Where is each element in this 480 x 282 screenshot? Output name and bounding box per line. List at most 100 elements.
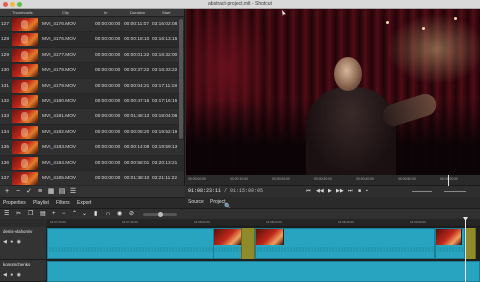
grid-icon[interactable]: ▪: [366, 186, 368, 197]
timeline-clip[interactable]: [47, 228, 241, 259]
timeline-menu-icon[interactable]: ☰: [4, 209, 9, 220]
clip-thumbnail: [12, 171, 38, 185]
total-duration: / 01:15:09:05: [224, 188, 264, 194]
icons-view-button[interactable]: ▤: [58, 187, 66, 196]
skip-next-icon[interactable]: ⏭: [348, 186, 353, 197]
video-frame-figure-head: [334, 57, 362, 91]
playlist-scrollbar[interactable]: [179, 19, 183, 139]
clip-thumbnail: [12, 141, 38, 155]
clip-thumbnail: [12, 48, 38, 62]
transition[interactable]: [241, 228, 255, 259]
clip-name: MVI_4185.MOV: [42, 175, 77, 181]
timeline-ruler-label: 01:08:40:00: [338, 220, 354, 224]
clip-in: 00:00:00:00: [95, 114, 121, 120]
copy-icon[interactable]: ❐: [28, 209, 33, 220]
clip-thumbnail: [12, 110, 38, 124]
clip-name: MVI_4182.MOV: [42, 129, 77, 135]
row-number: 137: [1, 175, 10, 181]
playlist-row[interactable]: 130 MVI_4178.MOV 00:00:00:00 00:00:37:22 03:…: [0, 63, 184, 79]
column-thumbnails[interactable]: Thumbnails: [12, 9, 33, 17]
clip-thumbnail: [12, 33, 38, 47]
timeline-ruler-label: 01:07:40:00: [122, 220, 138, 224]
tiles-view-button[interactable]: ▦: [47, 187, 55, 196]
cut-icon[interactable]: ✂: [16, 209, 21, 220]
playlist-row[interactable]: 136 MVI_4184.MOV 00:00:00:00 00:00:58:01 03:…: [0, 155, 184, 171]
list-view-button[interactable]: ≡: [36, 187, 44, 196]
tab-filters[interactable]: Filters: [56, 198, 70, 208]
timeline-clip[interactable]: [47, 261, 480, 282]
paste-icon[interactable]: ▤: [40, 209, 46, 220]
column-start[interactable]: Start: [162, 9, 170, 17]
playlist-menu-button[interactable]: ☰: [69, 187, 77, 196]
viewer-playhead[interactable]: [448, 175, 449, 186]
volume-slider[interactable]: [444, 191, 466, 192]
playlist-header: Thumbnails Clip In Duration Start: [0, 9, 184, 17]
timeline-ruler[interactable]: 01:07:20:00 01:07:40:00 01:08:00:00 01:0…: [47, 219, 480, 227]
playlist-row[interactable]: 131 MVI_4179.MOV 00:00:00:00 00:00:04:21 03:…: [0, 78, 184, 94]
track-controls[interactable]: ◀ ● ◉: [3, 272, 22, 278]
viewer-ruler-label: 00:00:10:00: [230, 177, 248, 181]
tab-playlist[interactable]: Playlist: [33, 198, 49, 208]
clip-name: MVI_4181.MOV: [42, 114, 77, 120]
clip-duration: 00:00:58:01: [124, 160, 150, 166]
clip-start: 03:16:32:00: [152, 52, 178, 58]
stop-icon[interactable]: ■: [358, 186, 361, 197]
tab-source[interactable]: Source: [188, 197, 204, 207]
video-viewer[interactable]: [186, 9, 480, 175]
timeline-toolbar: ☰ ✂ ❐ ▤ + − ⌃ ⌄ ▮ ∩ ◉ ⊘: [0, 208, 480, 219]
playlist-row[interactable]: 133 MVI_4181.MOV 00:00:00:00 00:01:48:13 03:…: [0, 109, 184, 125]
add-clip-button[interactable]: +: [3, 187, 11, 196]
left-tabs: Properties Playlist Filters Export: [0, 198, 185, 208]
row-number: 130: [1, 68, 10, 74]
clip-duration: 00:01:38:10: [124, 175, 150, 181]
current-timecode[interactable]: 01:08:23:11: [188, 186, 221, 197]
timeline-playhead[interactable]: [465, 217, 466, 282]
playlist-row[interactable]: 132 MVI_4180.MOV 00:00:00:00 00:00:47:16 03:…: [0, 93, 184, 110]
playlist-row[interactable]: 135 MVI_4183.MOV 00:00:00:00 00:00:14:08 03:…: [0, 140, 184, 156]
viewer-ruler[interactable]: 00:00:00:00 00:00:10:00 00:00:20:00 00:0…: [186, 175, 480, 186]
timeline-ruler-label: 01:08:00:00: [194, 220, 210, 224]
playlist-row[interactable]: 128 MVI_4176.MOV 00:00:00:00 00:00:18:10 03:…: [0, 32, 184, 48]
playlist-row[interactable]: 137 MVI_4185.MOV 00:00:00:00 00:01:38:10 03:…: [0, 170, 184, 186]
track-lane-v2[interactable]: [47, 260, 480, 282]
playlist-panel: Thumbnails Clip In Duration Start 127 MVI…: [0, 9, 185, 186]
stage-light: [386, 21, 389, 24]
track-name: denis-vlahomiv: [3, 229, 33, 234]
column-in[interactable]: In: [104, 9, 107, 17]
clip-name: MVI_4178.MOV: [42, 68, 77, 74]
clip-start: 03:16:02:08: [152, 22, 178, 27]
playlist-row[interactable]: 127 MVI_4176.MOV 00:00:00:00 00:00:11:07 03:…: [0, 17, 184, 33]
track-controls[interactable]: ◀ ● ◉: [3, 239, 22, 245]
in-out-slider[interactable]: [412, 191, 432, 192]
tab-export[interactable]: Export: [77, 198, 91, 208]
clip-start: 03:19:52:19: [152, 129, 178, 135]
track-header-v2[interactable]: konomchenko ◀ ● ◉: [0, 260, 47, 282]
play-icon[interactable]: ▶: [328, 186, 332, 197]
timeline-zoom-slider[interactable]: [143, 212, 177, 217]
clip-duration: 00:00:01:22: [124, 52, 150, 58]
track-lane-v1[interactable]: [47, 227, 480, 260]
fast-forward-icon[interactable]: ▶▶: [336, 186, 344, 197]
transport-bar: 01:08:23:11 / 01:15:09:05 ⏮ ◀◀ ▶ ▶▶ ⏭ ■ …: [186, 186, 480, 197]
timeline-clip[interactable]: [255, 228, 435, 259]
playlist-row[interactable]: 134 MVI_4182.MOV 00:00:00:00 00:00:08:20 03:…: [0, 124, 184, 141]
skip-previous-icon[interactable]: ⏮: [306, 186, 311, 197]
tab-properties[interactable]: Properties: [3, 198, 26, 208]
clip-in: 00:00:00:00: [95, 129, 121, 135]
playlist-toolbar: + − ✓ ≡ ▦ ▤ ☰: [0, 186, 185, 198]
audio-waveform: [48, 247, 240, 252]
remove-clip-button[interactable]: −: [14, 187, 22, 196]
column-clip[interactable]: Clip: [62, 9, 69, 17]
rewind-icon[interactable]: ◀◀: [316, 186, 324, 197]
transition[interactable]: [465, 228, 476, 259]
clip-start: 03:16:33:22: [152, 68, 178, 74]
clip-start: 03:21:11:22: [152, 175, 177, 181]
timeline-clip[interactable]: [213, 228, 243, 259]
playlist-row[interactable]: 129 MVI_4177.MOV 00:00:00:00 00:00:01:22 03:…: [0, 47, 184, 64]
track-header-v1[interactable]: denis-vlahomiv ◀ ● ◉: [0, 227, 47, 260]
clip-name: MVI_4184.MOV: [42, 160, 77, 166]
clip-name: MVI_4176.MOV: [42, 22, 77, 27]
update-clip-button[interactable]: ✓: [25, 187, 33, 196]
timeline-clip[interactable]: [435, 228, 465, 259]
column-duration[interactable]: Duration: [130, 9, 145, 17]
